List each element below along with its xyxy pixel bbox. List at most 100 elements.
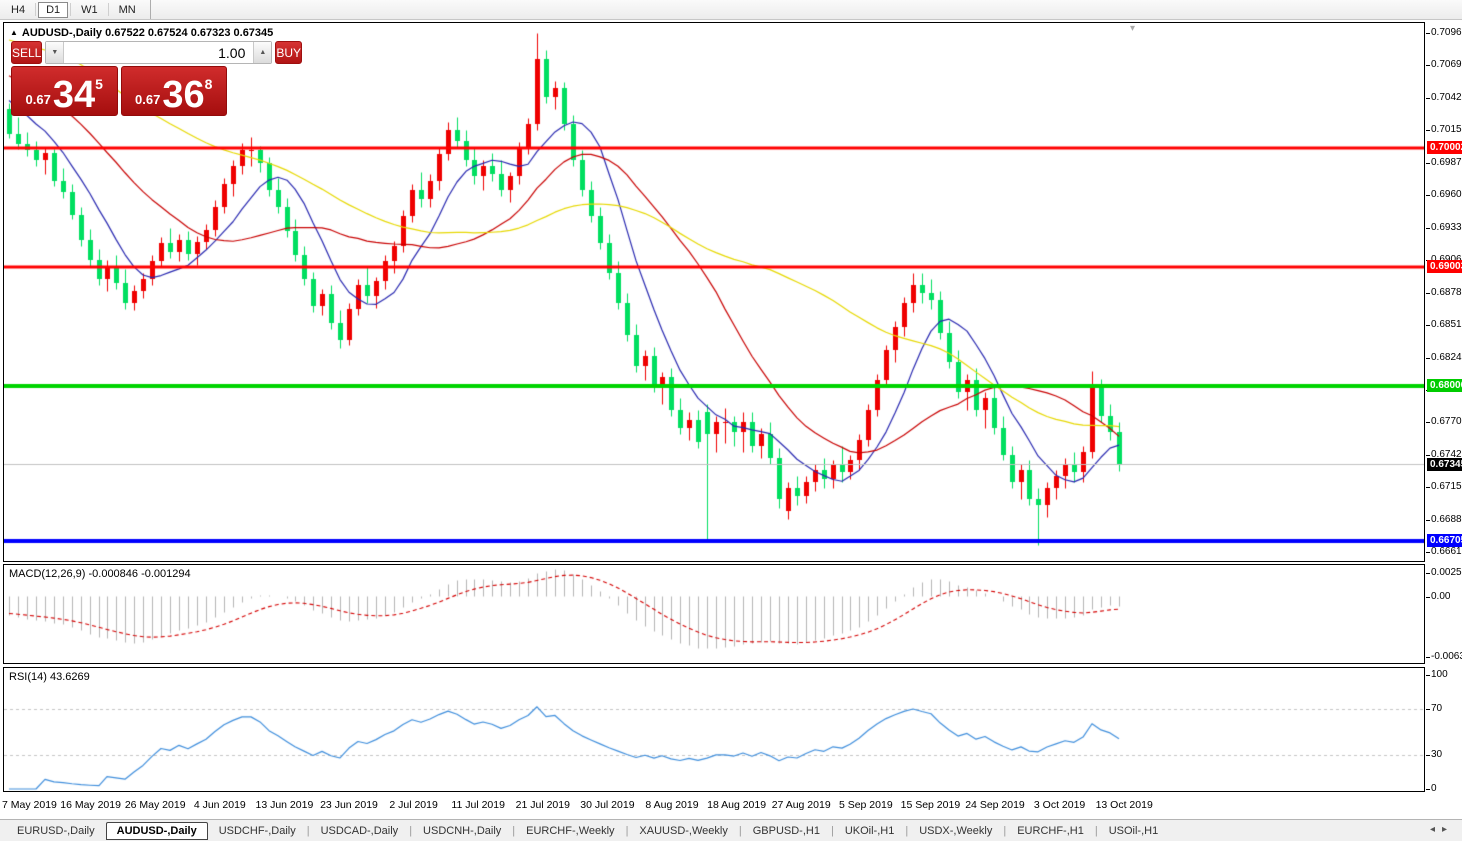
trading-terminal: H4 D1 W1 MN ▲ AUDUSD-,Daily 0.67522 0.675… bbox=[0, 0, 1462, 840]
time-axis-label: 21 Jul 2019 bbox=[516, 799, 570, 811]
chart-tab-usoil-h1[interactable]: USOil-,H1 bbox=[1098, 823, 1170, 839]
rsi-axis-label: 30 bbox=[1431, 749, 1442, 761]
price-axis-label: 0.70965 bbox=[1431, 27, 1462, 39]
rsi-panel: RSI(14) 43.6269 bbox=[3, 667, 1425, 792]
time-axis-label: 13 Oct 2019 bbox=[1096, 799, 1153, 811]
tabs-scroll-left-icon[interactable]: ◂ bbox=[1430, 824, 1442, 835]
time-axis-label: 7 May 2019 bbox=[2, 799, 57, 811]
rsi-label: RSI(14) 43.6269 bbox=[9, 671, 90, 683]
volume-spinner: ▼ ▲ bbox=[45, 41, 272, 64]
timeframe-d1-button[interactable]: D1 bbox=[38, 2, 68, 18]
chart-tabs: EURUSD-,DailyAUDUSD-,DailyUSDCHF-,Daily|… bbox=[0, 822, 1169, 840]
price-axis-label: 0.67700 bbox=[1431, 416, 1462, 428]
sell-price-big: 34 bbox=[53, 80, 95, 111]
toolbar-separator bbox=[150, 0, 151, 19]
price-axis-label: 0.69060 bbox=[1431, 254, 1462, 266]
timeframe-toolbar: H4 D1 W1 MN bbox=[0, 0, 1462, 20]
price-axis-label: 0.70150 bbox=[1431, 124, 1462, 136]
sell-price-pip: 5 bbox=[95, 76, 103, 92]
buy-button[interactable]: BUY bbox=[275, 41, 302, 64]
time-axis-label: 23 Jun 2019 bbox=[320, 799, 378, 811]
main-chart-panel: ▲ AUDUSD-,Daily 0.67522 0.67524 0.67323 0… bbox=[3, 22, 1425, 562]
price-axis-label: 0.68515 bbox=[1431, 319, 1462, 331]
macd-axis-label: 0.002574 bbox=[1431, 567, 1462, 579]
buy-price-box[interactable]: 0.67 36 8 bbox=[121, 66, 228, 116]
sell-button[interactable]: SELL bbox=[11, 41, 42, 64]
timeframe-mn-button[interactable]: MN bbox=[111, 2, 144, 18]
price-axis-label: 0.70420 bbox=[1431, 92, 1462, 104]
rsi-axis-label: 100 bbox=[1431, 669, 1448, 681]
rsi-axis-label: 0 bbox=[1431, 783, 1437, 795]
sell-price-box[interactable]: 0.67 34 5 bbox=[11, 66, 118, 116]
time-axis-label: 15 Sep 2019 bbox=[901, 799, 961, 811]
chart-tab-gbpusd-h1[interactable]: GBPUSD-,H1 bbox=[742, 823, 831, 839]
toolbar-separator bbox=[35, 3, 36, 16]
tab-scroll-arrows: ◂▸ bbox=[1430, 824, 1454, 835]
current-price-tag: 0.67345 bbox=[1427, 458, 1462, 471]
rsi-value: 43.6269 bbox=[50, 671, 90, 683]
chart-tab-usdx-weekly[interactable]: USDX-,Weekly bbox=[908, 823, 1003, 839]
chart-tab-audusd-daily[interactable]: AUDUSD-,Daily bbox=[106, 822, 208, 840]
collapse-arrow-icon[interactable]: ▲ bbox=[10, 28, 18, 37]
rsi-name: RSI(14) bbox=[9, 671, 47, 683]
sell-price-prefix: 0.67 bbox=[26, 92, 51, 107]
buy-price-prefix: 0.67 bbox=[135, 92, 160, 107]
tabs-scroll-right-icon[interactable]: ▸ bbox=[1442, 824, 1454, 835]
price-axis-label: 0.70695 bbox=[1431, 59, 1462, 71]
chart-ohlc-values: 0.67522 0.67524 0.67323 0.67345 bbox=[105, 27, 273, 39]
volume-input[interactable] bbox=[63, 42, 254, 63]
chart-tab-usdchf-daily[interactable]: USDCHF-,Daily bbox=[208, 823, 307, 839]
volume-decrease-button[interactable]: ▼ bbox=[46, 42, 63, 63]
price-line-tag: 0.69003 bbox=[1427, 260, 1462, 273]
chart-tabs-bar: EURUSD-,DailyAUDUSD-,DailyUSDCHF-,Daily|… bbox=[0, 819, 1462, 841]
chart-tab-usdcnh-daily[interactable]: USDCNH-,Daily bbox=[412, 823, 512, 839]
macd-panel: MACD(12,26,9) -0.000846 -0.001294 bbox=[3, 564, 1425, 664]
chart-tab-ukoil-h1[interactable]: UKOil-,H1 bbox=[834, 823, 906, 839]
timeframe-w1-button[interactable]: W1 bbox=[73, 2, 106, 18]
rsi-axis-label: 70 bbox=[1431, 703, 1442, 715]
buy-price-pip: 8 bbox=[205, 76, 213, 92]
one-click-trading-widget: SELL ▼ ▲ BUY 0.67 34 5 0.67 36 8 bbox=[11, 41, 227, 116]
price-line-tag: 0.66705 bbox=[1427, 534, 1462, 547]
price-line-tag: 0.70002 bbox=[1427, 141, 1462, 154]
price-axis-label: 0.66610 bbox=[1431, 546, 1462, 558]
time-axis-label: 2 Jul 2019 bbox=[389, 799, 437, 811]
price-axis-label: 0.69875 bbox=[1431, 157, 1462, 169]
toolbar-separator bbox=[108, 3, 109, 16]
price-axis-label: 0.66880 bbox=[1431, 514, 1462, 526]
price-axis-label: 0.67970 bbox=[1431, 384, 1462, 396]
chart-shift-marker[interactable]: ▾ bbox=[1130, 23, 1135, 34]
time-axis-label: 8 Aug 2019 bbox=[645, 799, 698, 811]
chart-tab-eurchf-h1[interactable]: EURCHF-,H1 bbox=[1006, 823, 1095, 839]
macd-axis-label: 0.00 bbox=[1431, 591, 1450, 603]
macd-name: MACD(12,26,9) bbox=[9, 568, 85, 580]
chart-symbol-label: AUDUSD-,Daily bbox=[22, 27, 102, 39]
buy-price-big: 36 bbox=[162, 80, 204, 111]
time-axis-label: 13 Jun 2019 bbox=[255, 799, 313, 811]
chart-title: ▲ AUDUSD-,Daily 0.67522 0.67524 0.67323 0… bbox=[10, 27, 273, 39]
price-axis-label: 0.69330 bbox=[1431, 222, 1462, 234]
toolbar-separator bbox=[70, 3, 71, 16]
time-axis-label: 24 Sep 2019 bbox=[965, 799, 1025, 811]
macd-axis-label: -0.006326 bbox=[1431, 651, 1462, 663]
time-axis-label: 3 Oct 2019 bbox=[1034, 799, 1085, 811]
time-axis-label: 26 May 2019 bbox=[125, 799, 186, 811]
time-axis-label: 5 Sep 2019 bbox=[839, 799, 893, 811]
macd-canvas[interactable] bbox=[4, 565, 1424, 663]
chart-tab-eurusd-daily[interactable]: EURUSD-,Daily bbox=[6, 823, 106, 839]
price-axis-label: 0.67155 bbox=[1431, 481, 1462, 493]
chart-tab-eurchf-weekly[interactable]: EURCHF-,Weekly bbox=[515, 823, 625, 839]
time-axis-label: 11 Jul 2019 bbox=[451, 799, 505, 811]
macd-values: -0.000846 -0.001294 bbox=[88, 568, 190, 580]
rsi-canvas[interactable] bbox=[4, 668, 1424, 791]
volume-increase-button[interactable]: ▲ bbox=[254, 42, 271, 63]
price-line-tag: 0.68006 bbox=[1427, 379, 1462, 392]
time-axis-label: 18 Aug 2019 bbox=[707, 799, 766, 811]
time-axis-label: 30 Jul 2019 bbox=[580, 799, 634, 811]
chart-tab-xauusd-weekly[interactable]: XAUUSD-,Weekly bbox=[628, 823, 738, 839]
price-axis-label: 0.68785 bbox=[1431, 287, 1462, 299]
chart-tab-usdcad-daily[interactable]: USDCAD-,Daily bbox=[310, 823, 410, 839]
price-axis-label: 0.69605 bbox=[1431, 189, 1462, 201]
timeframe-h4-button[interactable]: H4 bbox=[3, 2, 33, 18]
macd-label: MACD(12,26,9) -0.000846 -0.001294 bbox=[9, 568, 191, 580]
